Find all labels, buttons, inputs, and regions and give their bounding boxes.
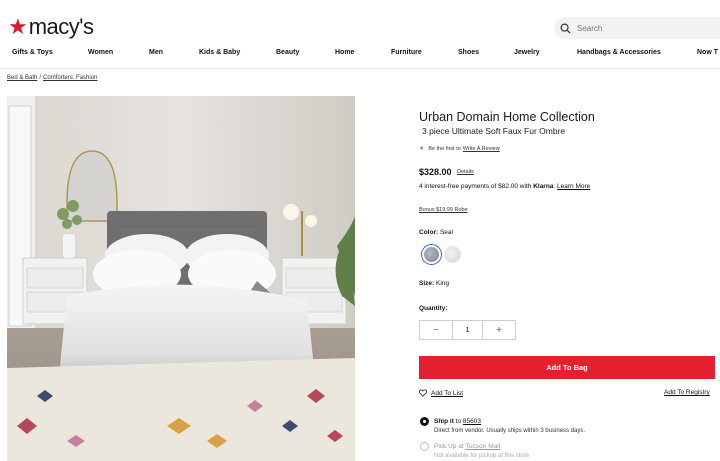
zip-code-link[interactable]: 85603 (463, 418, 481, 425)
nav-kids-baby[interactable]: Kids & Baby (199, 49, 240, 56)
quantity-label: Quantity: (419, 305, 448, 312)
review-prefix: Be the first to (428, 145, 461, 152)
size-label-key: Size: (419, 280, 435, 287)
breadcrumb-comforters[interactable]: Comforters: Fashion (43, 75, 97, 81)
search-icon (560, 23, 571, 34)
nav-beauty[interactable]: Beauty (276, 49, 299, 56)
breadcrumb-bed-bath[interactable]: Bed & Bath (7, 75, 37, 81)
nav-handbags-accessories[interactable]: Handbags & Accessories (577, 49, 661, 56)
add-to-bag-button[interactable]: Add To Bag (419, 356, 715, 379)
quantity-increase-button[interactable]: + (483, 321, 515, 339)
product-price: $328.00 (419, 167, 452, 177)
color-value: Seal (439, 229, 453, 236)
nav-home[interactable]: Home (335, 49, 354, 56)
color-swatch-seal[interactable] (421, 244, 442, 265)
installments-line: 4 interest-free payments of $82.00 with … (419, 183, 591, 190)
macys-logo[interactable]: ★ macy's (8, 14, 94, 40)
breadcrumb: Bed & Bath / Comforters: Fashion (7, 75, 97, 81)
ship-note: Direct from vendor. Usually ships within… (434, 428, 586, 434)
ship-it-option: Ship it to 85603 (434, 418, 481, 425)
pickup-option: Pick Up at Tucson Mall (434, 443, 500, 450)
bonus-offer-link[interactable]: Bonus $19.99 Robe (419, 207, 468, 213)
size-value: King (435, 280, 449, 287)
star-icon: ★ (419, 146, 425, 152)
pickup-radio[interactable] (420, 442, 429, 451)
search-bar[interactable] (554, 17, 720, 39)
quantity-value[interactable]: 1 (452, 321, 483, 339)
swatch-fill (424, 247, 439, 262)
nav-gifts-toys[interactable]: Gifts & Toys (12, 49, 53, 56)
product-image[interactable] (7, 96, 355, 461)
color-swatch-white[interactable] (444, 246, 461, 263)
nav-men[interactable]: Men (149, 49, 163, 56)
breadcrumb-separator: / (39, 75, 42, 81)
pickup-label: Pick Up at (434, 443, 464, 450)
ship-it-radio[interactable] (420, 417, 429, 426)
logo-text: macy's (28, 14, 94, 39)
write-review-link[interactable]: Write A Review (463, 146, 500, 152)
learn-more-link[interactable]: Learn More (557, 183, 590, 190)
nav-divider (0, 68, 720, 69)
installments-text: 4 interest-free payments of $82.00 with (419, 183, 532, 190)
ship-it-label: Ship it (434, 418, 454, 425)
star-icon: ★ (8, 14, 28, 39)
klarna-label: Klarna (533, 183, 554, 190)
nav-women[interactable]: Women (88, 49, 113, 56)
add-to-registry-link[interactable]: Add To Registry (664, 389, 710, 396)
nav-furniture[interactable]: Furniture (391, 49, 422, 56)
review-line: ★ Be the first to Write A Review (419, 145, 500, 153)
nav-jewelry[interactable]: Jewelry (514, 49, 540, 56)
ship-to-text: to (455, 418, 462, 425)
color-label-key: Color: (419, 229, 439, 236)
quantity-decrease-button[interactable]: − (420, 321, 452, 339)
size-label: Size: King (419, 280, 449, 287)
product-brand-title[interactable]: Urban Domain Home Collection (419, 110, 595, 124)
pickup-store-link[interactable]: Tucson Mall (465, 443, 500, 450)
pickup-note: Not available for pickup at this store (434, 453, 530, 459)
nav-now-trending[interactable]: Now T (697, 49, 718, 56)
main-nav: Gifts & Toys Women Men Kids & Baby Beaut… (0, 44, 720, 64)
color-label: Color: Seal (419, 229, 453, 236)
search-input[interactable] (577, 23, 697, 33)
add-to-list-label: Add To List (431, 389, 464, 397)
product-name: 3 piece Ultimate Soft Faux Fur Ombre (422, 126, 566, 136)
heart-icon (419, 389, 427, 397)
nav-shoes[interactable]: Shoes (458, 49, 479, 56)
add-to-list-button[interactable]: Add To List (419, 389, 463, 397)
bedroom-scene-illustration (7, 96, 355, 461)
quantity-stepper: − 1 + (419, 320, 516, 340)
price-details-link[interactable]: Details (457, 169, 474, 175)
